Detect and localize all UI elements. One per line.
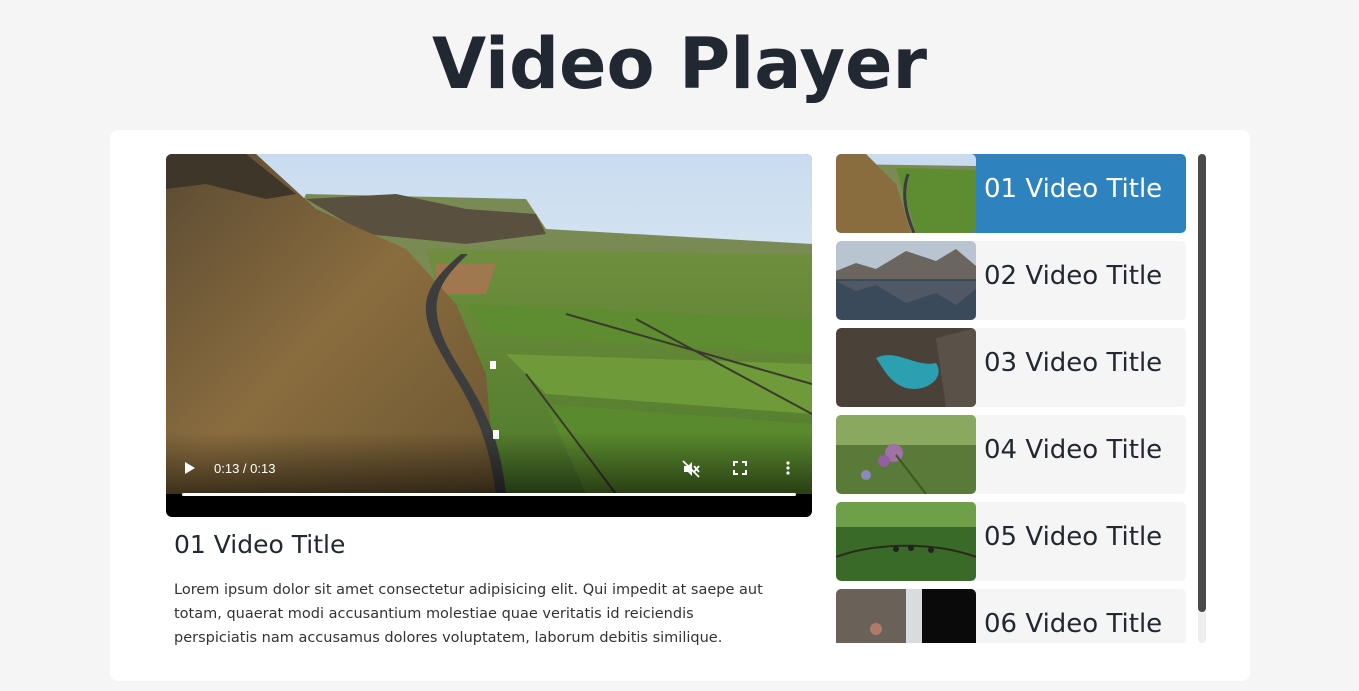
- current-video-description: Lorem ipsum dolor sit amet consectetur a…: [174, 582, 763, 646]
- player-card: 0:13 / 0:13 01 Video Title Lorem ipsum d…: [110, 130, 1250, 681]
- video-thumbnail: [836, 589, 976, 643]
- playlist-item-label: 04 Video Title: [984, 435, 1163, 465]
- play-icon[interactable]: [182, 460, 198, 476]
- video-thumbnail: [836, 241, 976, 320]
- playlist-item-label: 06 Video Title: [984, 609, 1163, 639]
- more-options-icon[interactable]: [780, 460, 796, 476]
- playlist[interactable]: 01 Video Title 02 Video Title 03 Video T…: [836, 154, 1186, 643]
- playlist-item-06[interactable]: 06 Video Title: [836, 589, 1186, 643]
- mute-icon[interactable]: [682, 460, 700, 478]
- time-display: 0:13 / 0:13: [214, 461, 276, 476]
- playlist-item-03[interactable]: 03 Video Title: [836, 328, 1186, 407]
- playlist-item-label: 01 Video Title: [984, 174, 1163, 204]
- video-thumbnail: [836, 415, 976, 494]
- video-player[interactable]: 0:13 / 0:13: [166, 154, 812, 517]
- playlist-scrollbar-thumb[interactable]: [1198, 154, 1206, 612]
- playlist-item-01[interactable]: 01 Video Title: [836, 154, 1186, 233]
- playlist-scrollbar[interactable]: [1198, 154, 1206, 643]
- video-thumbnail: [836, 154, 976, 233]
- playlist-item-02[interactable]: 02 Video Title: [836, 241, 1186, 320]
- video-thumbnail: [836, 502, 976, 581]
- playlist-item-04[interactable]: 04 Video Title: [836, 415, 1186, 494]
- playlist-item-label: 02 Video Title: [984, 261, 1163, 291]
- video-thumbnail: [836, 328, 976, 407]
- playlist-item-label: 05 Video Title: [984, 522, 1163, 552]
- page-title: Video Player: [432, 23, 927, 105]
- fullscreen-icon[interactable]: [732, 460, 748, 476]
- current-video-title: 01 Video Title: [174, 530, 346, 559]
- playlist-item-label: 03 Video Title: [984, 348, 1163, 378]
- playlist-item-05[interactable]: 05 Video Title: [836, 502, 1186, 581]
- progress-bar[interactable]: [182, 493, 796, 496]
